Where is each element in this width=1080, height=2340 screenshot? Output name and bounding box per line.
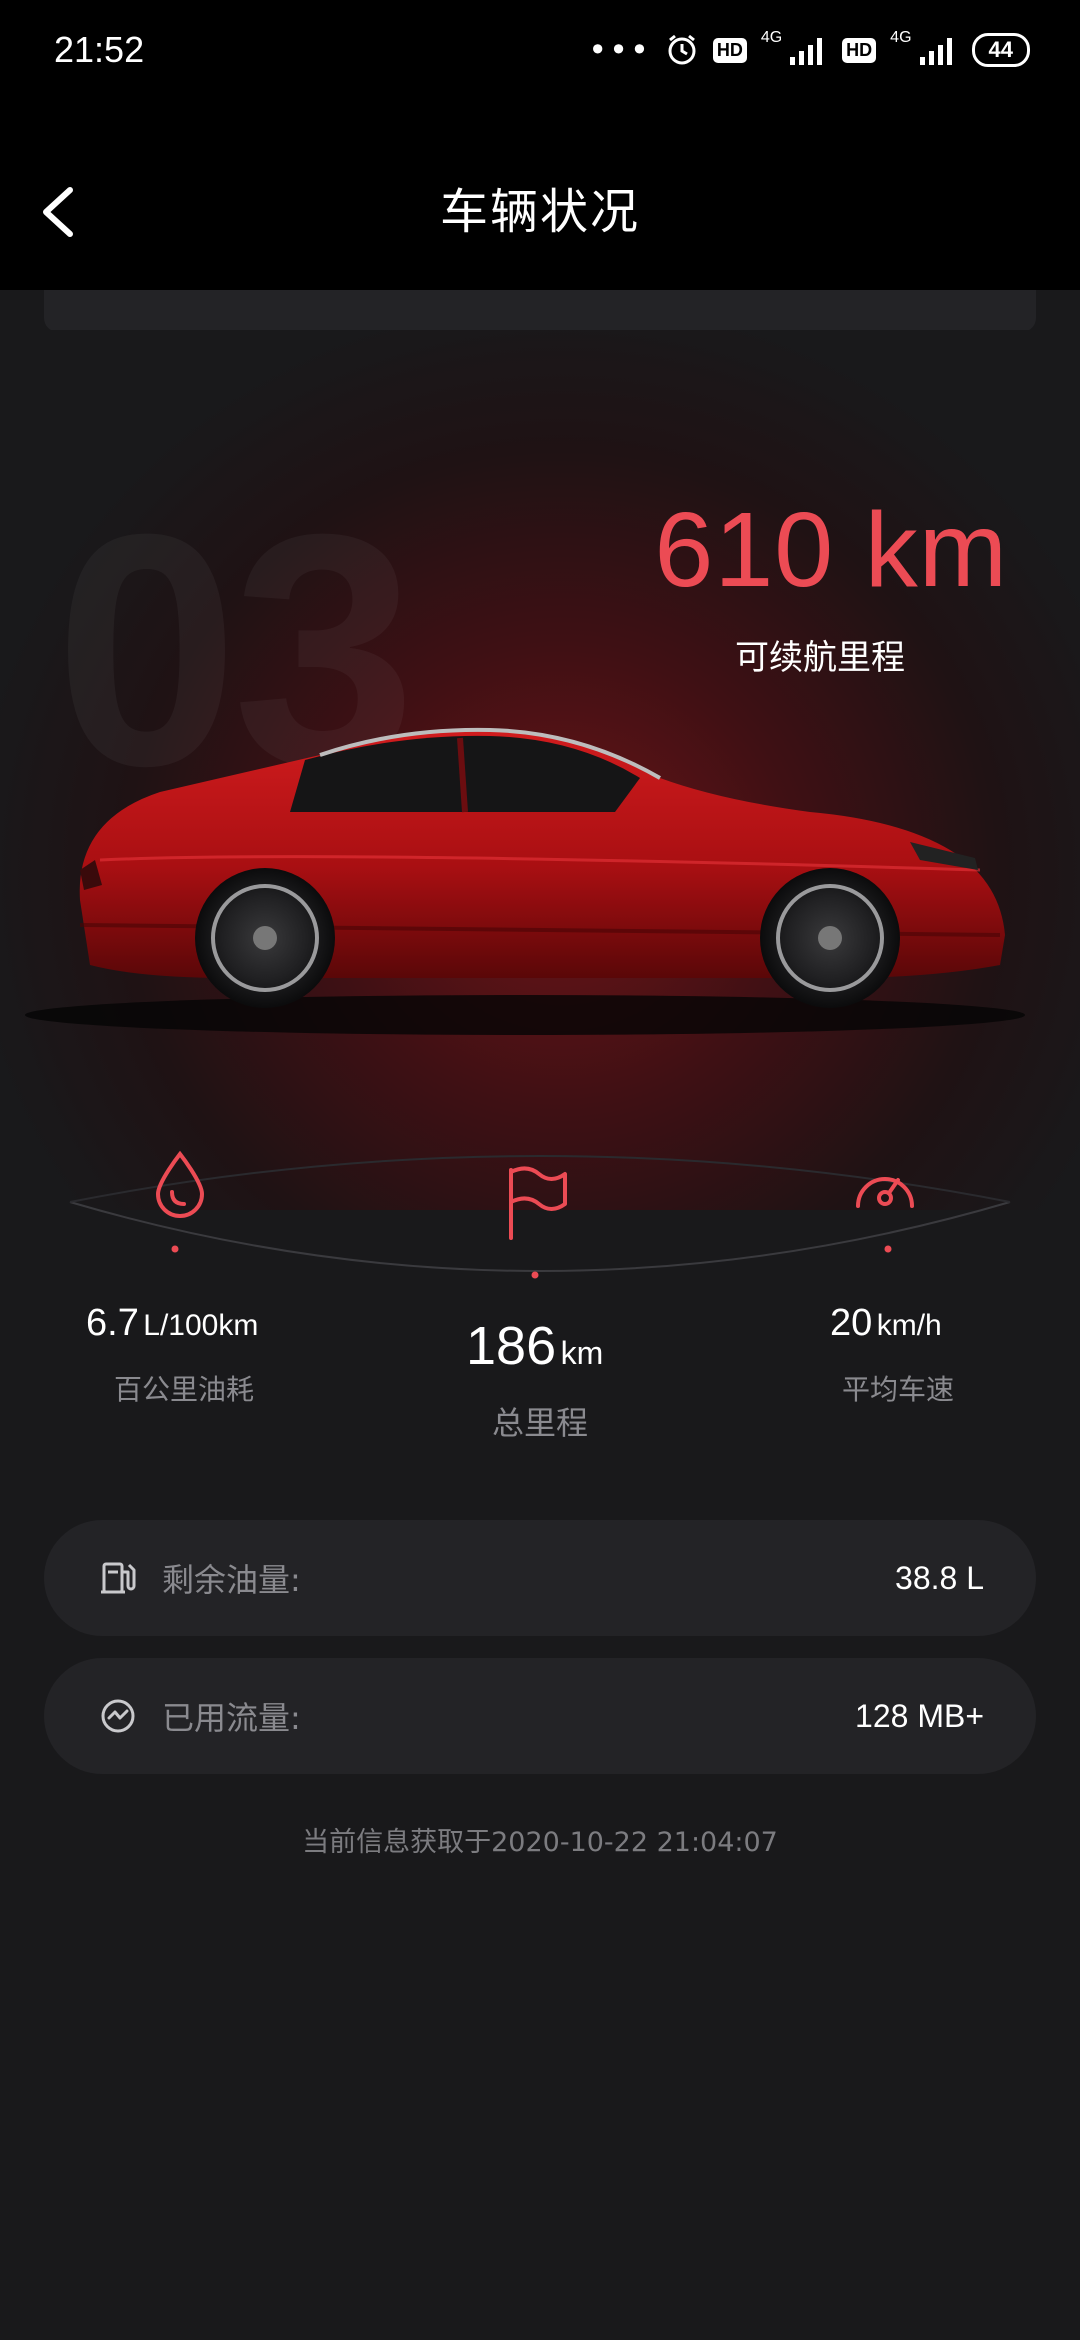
fuel-remaining-value: 38.8 L [895, 1559, 984, 1596]
data-usage-icon [101, 1699, 135, 1733]
fuel-remaining-row: 剩余油量: 38.8 L [44, 1520, 1036, 1636]
data-usage-row: 已用流量: 128 MB+ [44, 1658, 1036, 1774]
total-mileage-number: 186 [466, 1316, 557, 1376]
range-value: 610 km [654, 491, 1008, 609]
hd-badge-2: HD [842, 37, 877, 63]
total-mileage-label: 总里程 [491, 1404, 588, 1442]
range-label: 可续航里程 [735, 638, 905, 678]
total-mileage-unit: km [560, 1335, 604, 1371]
signal-icon [790, 38, 823, 65]
average-speed-number: 20 [830, 1302, 873, 1344]
data-usage-label: 已用流量: [162, 1699, 301, 1737]
fuel-consumption-unit: L/100km [143, 1309, 259, 1342]
update-timestamp: 当前信息获取于2020-10-22 21:04:07 [302, 1827, 778, 1858]
more-dots-icon: ••• [588, 31, 651, 69]
battery-indicator: 44 [971, 33, 1030, 67]
average-speed-label: 平均车速 [841, 1373, 954, 1406]
app-header: 车辆状况 [0, 100, 1080, 290]
data-usage-value: 128 MB+ [855, 1697, 984, 1734]
fuel-consumption-label: 百公里油耗 [113, 1373, 254, 1406]
car-image [25, 727, 1025, 1035]
status-time: 21:52 [54, 29, 145, 70]
partial-info-card [44, 290, 1036, 332]
signal-icon-2 [919, 38, 952, 65]
fuel-drop-icon [155, 1150, 205, 1218]
speedometer-icon [856, 1177, 914, 1208]
fuel-pump-icon [101, 1562, 136, 1594]
status-icons: ••• HD 4G HD 4G 44 [588, 29, 1030, 69]
fuel-consumption-number: 6.7 [86, 1302, 139, 1344]
fuel-remaining-label: 剩余油量: [162, 1561, 301, 1599]
hd-badge: HD [712, 37, 747, 63]
total-mileage-value: 186 km [466, 1315, 603, 1377]
average-speed-unit: km/h [876, 1309, 942, 1342]
alarm-icon [668, 34, 696, 65]
network-type: 4G [760, 29, 783, 46]
flag-icon [509, 1166, 567, 1240]
average-speed-value: 20 km/h [830, 1302, 942, 1345]
page-title: 车辆状况 [439, 184, 640, 240]
status-bar: 21:52 ••• HD 4G HD 4G 44 [0, 0, 1080, 100]
network-type-2: 4G [890, 29, 912, 46]
fuel-consumption-value: 6.7 L/100km [86, 1302, 258, 1345]
